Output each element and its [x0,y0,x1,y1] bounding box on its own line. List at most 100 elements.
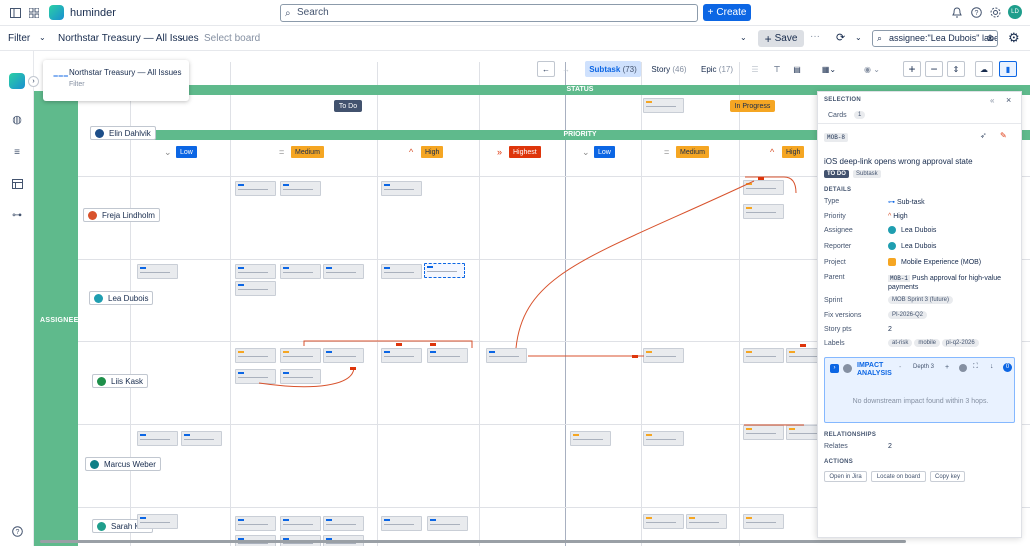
create-button[interactable]: + Create [703,4,751,21]
board-chevron-down-icon[interactable]: ⌄ [178,33,185,42]
save-button[interactable]: + Save [758,30,804,47]
field-label: Parent [824,274,845,281]
visibility-eye-icon[interactable]: ◉ ⌄ [857,61,887,77]
field-assignee[interactable]: Lea Dubois [888,226,936,234]
link-marker [396,343,402,346]
tab-label: Epic [700,64,717,74]
user-avatar[interactable]: LD [1008,5,1022,19]
target-icon[interactable] [959,364,967,372]
select-board-dropdown[interactable]: Select board [204,33,260,44]
list-icon[interactable]: ≡ [11,146,23,158]
fit-icon[interactable]: ⇕ [947,61,965,77]
search-input[interactable]: ⌕ Search [280,4,698,22]
tab-count: (17) [718,64,734,74]
pin-icon[interactable]: ↓ [990,363,994,370]
zoom-in-icon[interactable]: + [903,61,921,77]
field-parent[interactable]: MOB-1 Push approval for high-value payme… [888,274,1016,292]
field-value: Lea Dubois [901,242,937,250]
help-icon[interactable]: ? [11,525,23,537]
field-reporter[interactable]: Lea Dubois [888,242,936,250]
board-filter-panel[interactable]: ⩶ Northstar Treasury — All Issues Filter [43,60,189,101]
download-cloud-icon[interactable]: ☁ [975,61,993,77]
field-label: Story pts [824,326,852,333]
forward-arrow-icon[interactable]: → [557,61,575,77]
refresh-icon[interactable]: ⟳ [836,31,845,44]
settings-gear-icon[interactable] [989,6,1001,19]
tab-epic[interactable]: Epic (17) [697,61,737,77]
field-value: Lea Dubois [901,226,937,234]
avatar [888,226,896,234]
expand-chevron-icon[interactable]: › [28,76,39,87]
depth-increase-icon[interactable]: + [945,364,949,371]
tab-story[interactable]: Story (46) [647,61,691,77]
field-label: Assignee [824,227,853,234]
board-view-icon[interactable] [11,178,23,190]
label-pill[interactable]: pi-q2-2026 [942,339,979,347]
impact-analysis-box: › IMPACT ANALYSIS - Depth 3 + ⛶ ↓ 0 No d… [824,357,1015,423]
expand-icon[interactable]: › [830,364,839,373]
field-value: Sub-task [896,199,925,206]
layout-icon[interactable]: ▤ [789,61,805,77]
tab-label: Story [651,64,671,74]
app-logo[interactable] [9,73,25,89]
globe-icon[interactable]: ◍ [11,113,23,126]
depth-decrease-icon[interactable]: - [899,364,901,371]
dependency-link [303,340,473,348]
filter-chevron-down-icon[interactable]: ⌄ [39,33,46,42]
board-toolbar: ← → Subtask (73) Story (46) Epic (17) ☰ … [537,61,1017,78]
refresh-chevron-icon[interactable]: ⌄ [855,33,862,42]
link-marker [350,367,356,370]
notifications-icon[interactable] [951,6,963,19]
back-arrow-icon[interactable]: ← [537,61,555,77]
svg-text:?: ? [15,529,19,536]
help-icon[interactable]: ? [970,6,982,19]
tab-subtask[interactable]: Subtask (73) [585,61,641,77]
clear-icon[interactable]: ⊗ [986,31,994,46]
align-icon[interactable]: ☰ [747,61,763,77]
field-label: Project [824,259,846,266]
close-icon[interactable]: × [1006,95,1011,105]
zoom-out-icon[interactable]: − [925,61,943,77]
field-label: Relates [824,443,848,450]
collapse-icon[interactable]: « [990,96,994,105]
more-options-icon[interactable]: ··· [810,31,820,42]
avatar [888,242,896,250]
pin-icon[interactable]: ✎ [1000,131,1007,140]
field-project[interactable]: Mobile Experience (MOB) [888,258,981,266]
field-value: High [893,213,908,220]
link-marker [800,344,806,347]
plus-icon: + [707,7,714,18]
link-marker [758,177,764,180]
impact-title: IMPACT ANALYSIS [857,362,892,377]
brand-logo[interactable] [49,5,64,20]
svg-text:?: ? [974,10,978,17]
label-pill[interactable]: at-risk [888,339,913,347]
app-switcher-icon[interactable] [28,7,40,19]
field-sprint: MOB Sprint 3 (future) [888,296,955,304]
selection-header: SELECTION [824,97,862,103]
fullscreen-icon[interactable]: ⛶ [973,363,978,371]
open-in-jira-button[interactable]: Open in Jira [824,471,867,482]
calendar-icon[interactable]: ▦⌄ [817,61,841,77]
hierarchy-icon[interactable]: ⊤ [769,61,785,77]
brand-name[interactable]: huminder [70,7,116,19]
type-badge: Subtask [853,170,881,178]
link-icon[interactable]: ⊶ [10,209,24,221]
board-settings-gear-icon[interactable]: ⚙ [1008,30,1020,46]
issue-key[interactable]: MOB-8 [824,133,849,142]
locate-on-board-button[interactable]: Locate on board [871,471,926,482]
select-board-chevron-icon[interactable]: ⌄ [740,33,747,42]
sprint-pill: MOB Sprint 3 (future) [888,296,954,304]
search-icon: ⌕ [285,8,291,19]
filter-label[interactable]: Filter [8,33,30,44]
rocket-icon[interactable]: ➶ [980,131,987,140]
save-label: Save [774,33,798,44]
cards-count: 1 [854,111,866,119]
label-pill[interactable]: mobile [914,339,941,347]
sidebar-toggle-icon[interactable] [9,7,21,19]
field-type: ⊶ Sub-task [888,198,925,206]
jql-filter-input[interactable]: ⌕ assignee:"Lea Dubois" labe ⊗ [872,30,998,47]
copy-key-button[interactable]: Copy key [930,471,965,482]
side-panel-toggle-icon[interactable]: ▮ [999,61,1017,77]
horizontal-scrollbar[interactable] [40,540,906,543]
